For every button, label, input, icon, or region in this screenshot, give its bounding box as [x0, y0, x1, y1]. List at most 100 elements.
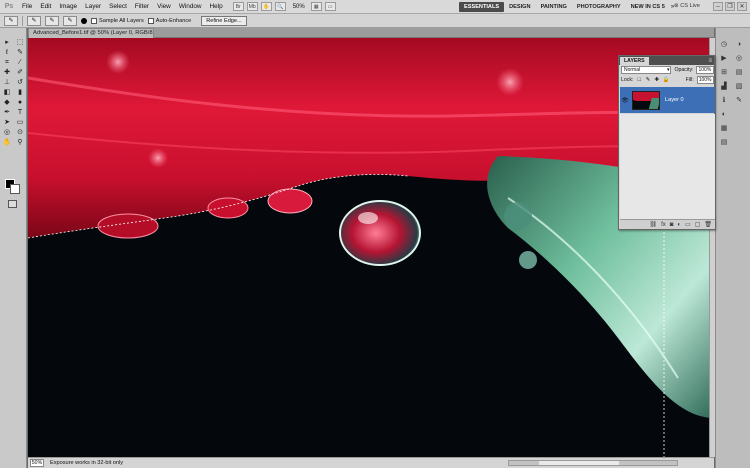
- horizontal-scrollbar[interactable]: [508, 460, 678, 466]
- paths-icon[interactable]: ✎: [734, 96, 744, 106]
- lasso-tool-icon[interactable]: ℓ: [1, 48, 13, 57]
- lock-pixels-icon[interactable]: ✎: [645, 77, 651, 83]
- layers-list-empty: [620, 114, 715, 219]
- tab-layers[interactable]: LAYERS: [620, 57, 649, 65]
- menu-filter[interactable]: Filter: [131, 0, 153, 14]
- zoom-tool-icon[interactable]: ⚲: [14, 138, 26, 147]
- workspace-design[interactable]: DESIGN: [504, 2, 535, 12]
- eraser-tool-icon[interactable]: ◧: [1, 88, 13, 97]
- delete-layer-icon[interactable]: 🗑: [704, 221, 712, 228]
- history-brush-icon[interactable]: ↺: [14, 78, 26, 87]
- crop-tool-icon[interactable]: ⌗: [1, 58, 13, 67]
- document-tab[interactable]: Advanced_Before1.tif @ 50% (Layer 0, RGB…: [28, 28, 154, 38]
- 3d-rotate-icon[interactable]: ◎: [1, 128, 13, 137]
- info-icon[interactable]: ℹ: [719, 96, 729, 106]
- hand-icon[interactable]: ✋: [260, 2, 272, 11]
- marquee-tool-icon[interactable]: ⬚: [14, 38, 26, 47]
- masks-icon[interactable]: ◎: [734, 54, 744, 64]
- screen-mode-icon[interactable]: ▭: [324, 2, 336, 11]
- fill-label: Fill:: [685, 77, 694, 83]
- quick-selection-tool-icon[interactable]: ✎: [14, 48, 26, 57]
- adjustment-layer-icon[interactable]: ◐: [677, 222, 681, 228]
- link-layers-icon[interactable]: ⛓: [649, 221, 657, 228]
- lock-all-icon[interactable]: 🔒: [663, 77, 670, 83]
- actions-icon[interactable]: ▶: [719, 54, 729, 64]
- status-bar: 50% Exposure works in 32-bit only: [28, 457, 714, 468]
- histogram-icon[interactable]: ▟: [719, 82, 729, 92]
- type-tool-icon[interactable]: T: [14, 108, 26, 117]
- clone-stamp-icon[interactable]: ⊥: [1, 78, 13, 87]
- zoom-level-field[interactable]: 50%: [30, 459, 44, 467]
- brush-tool-icon[interactable]: ✐: [14, 68, 26, 77]
- workspace-essentials[interactable]: ESSENTIALS: [459, 2, 505, 12]
- checkbox-box: [147, 17, 154, 24]
- opacity-field[interactable]: 100%: [696, 66, 714, 74]
- close-icon[interactable]: ✕: [737, 2, 747, 11]
- dodge-tool-icon[interactable]: ●: [14, 98, 26, 107]
- brush-size-picker[interactable]: [81, 17, 87, 24]
- blend-mode-select[interactable]: Normal: [621, 66, 672, 74]
- checkbox-box: [91, 17, 97, 24]
- color-icon[interactable]: ◐: [719, 110, 729, 120]
- new-layer-icon[interactable]: ▢: [695, 221, 701, 228]
- layer-style-icon[interactable]: fx: [661, 222, 666, 228]
- adjustments-icon[interactable]: ◑: [734, 40, 744, 50]
- menu-window[interactable]: Window: [175, 0, 206, 14]
- new-selection-icon[interactable]: ✎: [27, 15, 41, 26]
- styles-icon[interactable]: ▤: [719, 138, 729, 148]
- restore-icon[interactable]: ❐: [725, 2, 735, 11]
- fill-field[interactable]: 100%: [696, 76, 715, 84]
- background-color-swatch[interactable]: [10, 184, 20, 194]
- move-tool-icon[interactable]: ▸: [1, 38, 13, 47]
- arrange-documents-icon[interactable]: ▦: [310, 2, 322, 11]
- subtract-selection-icon[interactable]: ✎: [63, 15, 77, 26]
- scrollbar-thumb[interactable]: [539, 461, 619, 465]
- add-mask-icon[interactable]: ◙: [670, 222, 674, 228]
- shape-tool-icon[interactable]: ▭: [14, 118, 26, 127]
- new-group-icon[interactable]: ▭: [685, 221, 691, 228]
- quick-selection-tool-preset-icon[interactable]: ✎: [4, 15, 18, 26]
- workspace-photography[interactable]: PHOTOGRAPHY: [572, 2, 626, 12]
- workspace-painting[interactable]: PAINTING: [536, 2, 572, 12]
- visibility-eye-icon[interactable]: 👁: [621, 97, 629, 104]
- lock-row: Lock: □ ✎ ✚ 🔒 Fill: 100%: [619, 75, 715, 85]
- add-to-selection-icon[interactable]: ✎: [45, 15, 59, 26]
- layers-icon[interactable]: ▤: [734, 68, 744, 78]
- menu-view[interactable]: View: [153, 0, 175, 14]
- healing-brush-icon[interactable]: ✚: [1, 68, 13, 77]
- pen-tool-icon[interactable]: ✒: [1, 108, 13, 117]
- menu-image[interactable]: Image: [55, 0, 81, 14]
- quick-mask-icon[interactable]: [8, 200, 17, 208]
- cs-live-button[interactable]: ⊗ CS Live: [674, 3, 700, 9]
- menu-help[interactable]: Help: [206, 0, 227, 14]
- lock-transparency-icon[interactable]: □: [636, 77, 642, 83]
- zoom-tool-icon[interactable]: 🔍: [274, 2, 286, 11]
- mini-bridge-icon[interactable]: Mb: [246, 2, 258, 11]
- minimize-icon[interactable]: –: [713, 2, 723, 11]
- navigator-icon[interactable]: ⊞: [719, 68, 729, 78]
- menu-file[interactable]: File: [18, 0, 36, 14]
- hand-tool-icon[interactable]: ✋: [1, 138, 13, 147]
- layer-row[interactable]: 👁 Layer 0: [620, 87, 715, 113]
- 3d-orbit-icon[interactable]: ⊙: [14, 128, 26, 137]
- layers-panel-header[interactable]: LAYERS ≡: [619, 56, 714, 65]
- gradient-tool-icon[interactable]: ▮: [14, 88, 26, 97]
- swatches-icon[interactable]: ▦: [719, 124, 729, 134]
- panel-menu-icon[interactable]: ≡: [708, 57, 712, 65]
- blur-tool-icon[interactable]: ◆: [1, 98, 13, 107]
- sample-all-layers-checkbox[interactable]: Sample All Layers: [91, 17, 144, 24]
- auto-enhance-checkbox[interactable]: Auto-Enhance: [147, 17, 191, 24]
- bridge-icon[interactable]: Br: [232, 2, 244, 11]
- menu-select[interactable]: Select: [105, 0, 131, 14]
- channels-icon[interactable]: ▧: [734, 82, 744, 92]
- lock-position-icon[interactable]: ✚: [654, 77, 660, 83]
- document-canvas[interactable]: [28, 38, 714, 457]
- workspace-new-in-cs5[interactable]: NEW IN CS 5: [626, 2, 670, 12]
- menu-edit[interactable]: Edit: [36, 0, 55, 14]
- zoom-level-select[interactable]: 50%: [293, 4, 305, 10]
- history-icon[interactable]: ◷: [719, 40, 729, 50]
- menu-layer[interactable]: Layer: [81, 0, 105, 14]
- refine-edge-button[interactable]: Refine Edge...: [201, 15, 247, 26]
- eyedropper-tool-icon[interactable]: ⁄: [14, 58, 26, 67]
- path-selection-icon[interactable]: ➤: [1, 118, 13, 127]
